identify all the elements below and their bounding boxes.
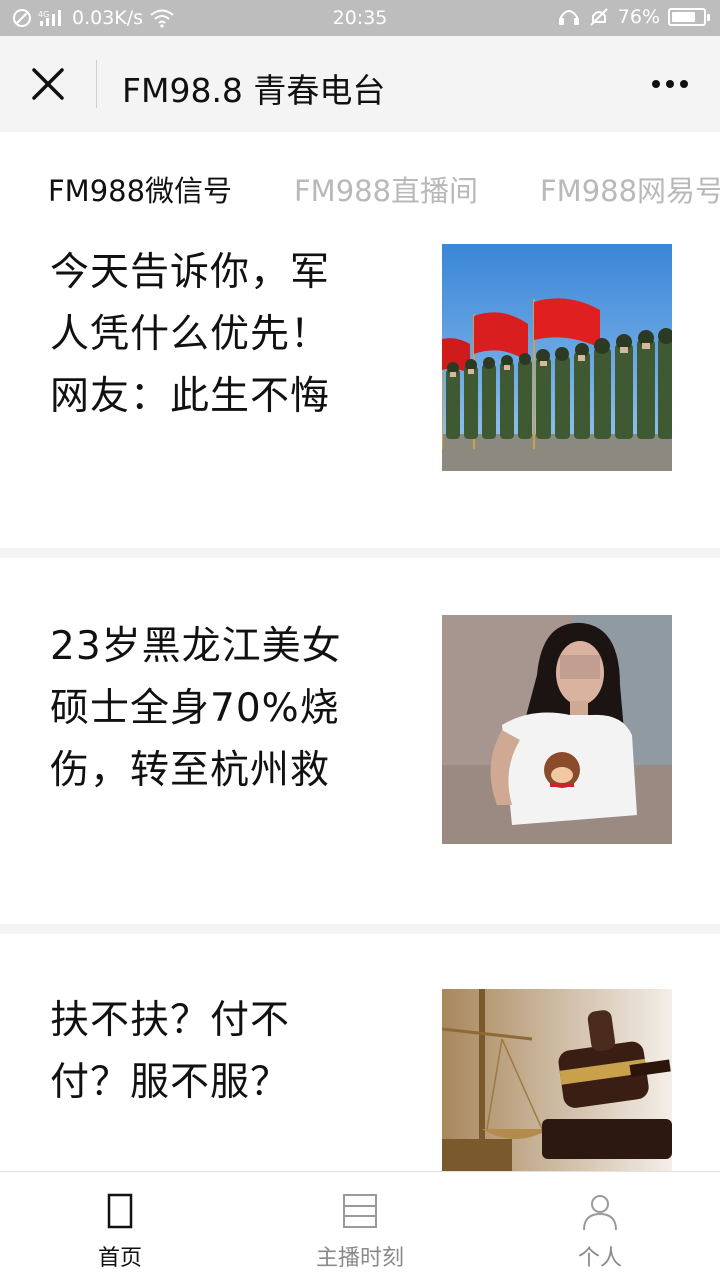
person-icon	[583, 1195, 617, 1231]
nav-personal-label: 个人	[577, 1246, 622, 1271]
status-right: 76%	[558, 6, 710, 28]
bottom-nav: 首页 主播时刻 个人	[0, 1171, 720, 1280]
article-title-line: 网友：此生不悔	[50, 374, 331, 419]
home-icon	[107, 1193, 133, 1229]
article-title-line: 扶不扶？付不	[50, 998, 291, 1043]
article-item[interactable]: 23岁黑龙江美女 硕士全身70%烧 伤，转至杭州救	[0, 558, 720, 924]
battery-icon	[668, 8, 710, 26]
tab-fm988-live[interactable]: FM988直播间	[294, 168, 478, 210]
title-bar: FM98.8 青春电台	[0, 36, 720, 132]
article-title-line: 今天告诉你，军	[50, 250, 331, 295]
article-title: 今天告诉你，军 人凭什么优先！ 网友：此生不悔	[50, 242, 380, 428]
more-dots-icon	[666, 80, 674, 88]
article-separator	[0, 924, 720, 934]
gavel-and-scales-photo	[442, 989, 672, 1171]
tab-fm988-netease[interactable]: FM988网易号	[540, 168, 720, 210]
nav-personal[interactable]: 个人	[480, 1172, 720, 1280]
battery-level	[672, 12, 695, 22]
nav-home-label: 首页	[97, 1246, 142, 1271]
article-title-line: 硕士全身70%烧	[50, 686, 340, 731]
headset-icon	[558, 10, 579, 25]
article-title: 23岁黑龙江美女 硕士全身70%烧 伤，转至杭州救	[50, 616, 380, 802]
nav-home[interactable]: 首页	[0, 1172, 240, 1280]
battery-percent: 76%	[617, 6, 660, 28]
more-button[interactable]	[644, 64, 696, 104]
article-item[interactable]: 扶不扶？付不 付？服不服？	[0, 934, 720, 1171]
nav-anchor-moments-label: 主播时刻	[315, 1246, 404, 1271]
close-icon	[32, 68, 64, 100]
soldiers-with-flags-photo	[442, 244, 672, 471]
status-bar: 4G 0.03K/s 20:35 76%	[0, 0, 720, 36]
nav-anchor-moments[interactable]: 主播时刻	[240, 1172, 480, 1280]
article-separator	[0, 548, 720, 558]
title-divider	[96, 60, 97, 108]
list-icon	[343, 1194, 377, 1228]
article-title-line: 伤，转至杭州救	[50, 748, 331, 793]
article-item[interactable]: 今天告诉你，军 人凭什么优先！ 网友：此生不悔	[0, 232, 720, 548]
close-button[interactable]	[24, 60, 72, 108]
tab-fm988-wechat[interactable]: FM988微信号	[48, 168, 232, 210]
article-title: 扶不扶？付不 付？服不服？	[50, 990, 380, 1114]
article-title-line: 付？服不服？	[50, 1060, 291, 1105]
mute-bell-icon	[590, 8, 608, 26]
young-woman-photo	[442, 615, 672, 844]
article-title-line: 23岁黑龙江美女	[50, 624, 342, 669]
article-title-line: 人凭什么优先！	[50, 312, 331, 357]
more-dots-icon	[680, 80, 688, 88]
more-dots-icon	[652, 80, 660, 88]
page-title: FM98.8 青春电台	[122, 71, 386, 110]
channel-tabs: FM988微信号 FM988直播间 FM988网易号	[0, 132, 720, 232]
